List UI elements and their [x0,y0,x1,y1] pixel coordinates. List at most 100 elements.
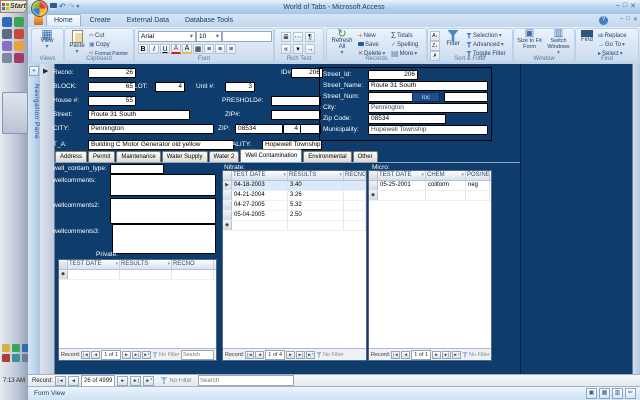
office-button[interactable] [31,0,48,17]
recno-field[interactable]: 26 [88,68,136,78]
numbering-icon[interactable]: ⋯ [293,32,303,42]
new-record-button[interactable]: ►* [142,351,151,359]
form-scrollbar[interactable] [632,64,640,374]
table-row[interactable]: 05-25-2001coliformneg [369,181,491,191]
last-record-button[interactable]: ►| [130,376,141,386]
first-record-button[interactable]: |◄ [391,351,400,359]
indent-left-icon[interactable]: « [281,44,291,54]
loc-button[interactable]: loc [412,92,440,102]
street-id-field[interactable]: 206 [368,70,418,80]
form-tab-well-contamination[interactable]: Well Contamination [240,149,302,162]
form-view-button[interactable]: ▣ [586,388,597,399]
italic-button[interactable]: I [149,44,159,54]
tray-icon[interactable] [2,344,10,352]
table-row[interactable]: 05-04-20052.50 [223,211,366,221]
new-record-row[interactable]: ◆ [223,221,366,231]
view-button[interactable]: ▦ View▾ [36,30,58,50]
next-record-button[interactable]: ► [117,376,128,386]
tray-icon[interactable] [12,354,20,362]
no-filter-label[interactable]: No Filter [323,352,344,358]
sort-dropdown-icon[interactable]: ▾ [115,260,118,269]
indent-right-icon[interactable]: ▾ [293,44,303,54]
column-header[interactable]: RESULTS▾ [120,260,172,269]
paste-button[interactable]: Paste▾ [67,30,87,55]
size-to-fit-button[interactable]: ▣ Size to Fit Form [516,30,543,50]
table-row[interactable]: 04-21-20043.26 [223,191,366,201]
private-datasheet[interactable]: TEST DATE▾ RESULTS▾ RECNO ◆ Record: |◄ ◄… [58,259,217,361]
new-record-button[interactable]: +New [358,31,376,40]
sort-dropdown-icon[interactable]: ▾ [421,171,424,180]
datasheet-view-button[interactable]: ▦ [599,388,610,399]
wellcomments3-field[interactable] [112,224,216,254]
last-record-button[interactable]: ►| [132,351,141,359]
sbox-zip-field[interactable]: 08534 [368,114,446,124]
table-row[interactable]: ▶ 04-18-20033.40 [223,181,366,191]
undo-icon[interactable]: ↶ [59,2,66,11]
no-filter-label[interactable]: No Filter [169,378,192,384]
align-right-button[interactable]: ≡ [226,44,236,54]
well-contam-type-field[interactable] [110,164,164,174]
tab-external-data[interactable]: External Data [120,15,176,26]
preshold-field[interactable] [271,96,321,106]
sort-dropdown-icon[interactable]: ▾ [283,171,286,180]
lot-field[interactable]: 4 [155,82,185,92]
tray-icon[interactable] [2,354,10,362]
no-filter-label[interactable]: No Filter [159,352,180,358]
design-view-button[interactable]: ✏ [625,388,636,399]
quicklaunch-icon[interactable] [2,17,12,27]
tab-home[interactable]: Home [46,14,81,26]
street-field[interactable]: Route 31 South [88,110,190,120]
sbox-city-field[interactable]: Pennington [368,103,488,113]
column-header[interactable]: TEST DATE▾ [68,260,120,269]
prev-record-button[interactable]: ◄ [255,351,264,359]
block-field[interactable]: 65 [88,82,136,92]
find-button[interactable]: Find [578,30,596,43]
zip4-field[interactable]: 4 [283,124,301,134]
tray-icon[interactable] [12,344,20,352]
qat-dropdown-icon[interactable]: ▾ [76,3,79,10]
font-name-combo[interactable]: Arial▾ [138,31,196,42]
last-record-button[interactable]: ►| [296,351,305,359]
font-size-combo[interactable]: 10▾ [196,31,222,42]
street-name-field[interactable]: Route 31 South [368,81,488,91]
zipnum-field[interactable] [271,110,321,120]
align-left-button[interactable]: ≡ [204,44,214,54]
copy-button[interactable]: ▣Copy [89,40,110,49]
quicklaunch-icon[interactable] [2,29,12,39]
next-record-button[interactable]: ► [286,351,295,359]
table-row[interactable]: 04-27-20055.32 [223,201,366,211]
column-header[interactable]: TEST DATE▾ [232,171,288,180]
bold-button[interactable]: B [138,44,148,54]
sort-dropdown-icon[interactable]: ▾ [461,171,464,180]
street-num-field[interactable] [368,92,414,102]
bullets-icon[interactable]: ≣ [281,32,291,42]
direction-icon[interactable]: → [305,44,315,54]
quicklaunch-icon[interactable] [14,29,24,39]
prev-record-button[interactable]: ◄ [401,351,410,359]
column-header[interactable]: RECNO [344,171,366,180]
no-filter-icon[interactable] [316,352,322,358]
borders-button[interactable]: ▦ [193,44,203,54]
goto-button[interactable]: →Go To▾ [598,40,625,49]
first-record-button[interactable]: |◄ [245,351,254,359]
last-record-button[interactable]: ►| [442,351,451,359]
redo-icon[interactable]: ↷ [68,2,75,11]
no-filter-icon[interactable] [160,377,167,384]
column-header[interactable]: CHEM▾ [426,171,466,180]
new-record-button[interactable]: ►* [143,376,154,386]
no-filter-label[interactable]: No Filter [469,352,490,358]
switch-windows-button[interactable]: ▥ Switch Windows▾ [545,30,572,56]
first-record-button[interactable]: |◄ [81,351,90,359]
column-header[interactable]: POS/NEG [466,171,490,180]
city-field[interactable]: Pennington [88,124,214,134]
close-button[interactable]: ✕ [630,2,636,10]
next-record-button[interactable]: ► [432,351,441,359]
tab-create[interactable]: Create [83,15,118,26]
advanced-button[interactable]: Advanced▾ [466,40,504,49]
start-button[interactable]: Start [0,0,27,13]
zip-extra-field[interactable] [300,124,321,134]
quicklaunch-icon[interactable] [14,41,24,51]
quicklaunch-icon[interactable] [14,53,24,63]
fill-color-button[interactable]: A [182,44,192,54]
wellcomments2-field[interactable] [110,198,216,224]
